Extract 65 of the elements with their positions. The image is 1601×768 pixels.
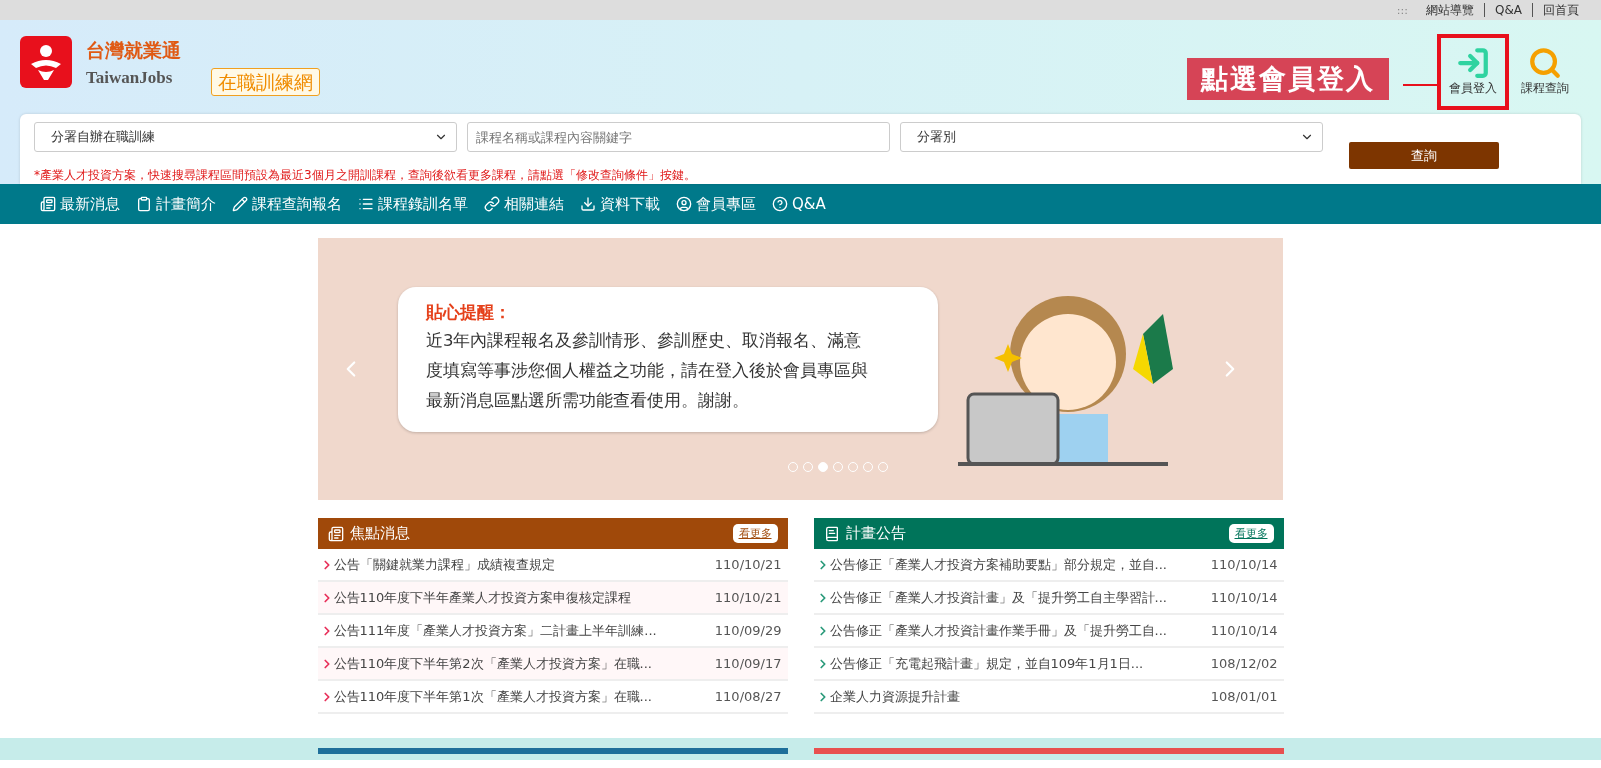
nav-link[interactable]: 會員專區 xyxy=(676,194,756,214)
announcement-date: 108/12/02 xyxy=(1210,656,1278,671)
search-icon xyxy=(1528,46,1562,80)
announcement-date: 110/09/29 xyxy=(714,623,782,638)
clipboard-icon xyxy=(136,196,152,212)
announcement-date: 110/08/27 xyxy=(714,689,782,704)
login-link[interactable]: 會員登入 xyxy=(1437,34,1509,110)
more-button[interactable]: 看更多 xyxy=(732,524,778,543)
search-notice: *產業人才投資方案，快速搜尋課程區間預設為最近3個月之開訓課程，查詢後欲看更多課程，請點選「修改查詢條件」按鍵。 xyxy=(34,167,697,184)
top-link[interactable]: 回首頁 xyxy=(1532,3,1589,17)
announcement-link[interactable]: 企業人力資源提升計畫 xyxy=(829,687,1211,706)
newspaper-icon xyxy=(40,196,56,212)
slide-dot[interactable] xyxy=(818,462,828,472)
newspaper-icon xyxy=(327,525,344,542)
banner-title: 貼心提醒： xyxy=(426,300,512,324)
list-icon xyxy=(358,196,374,212)
announcement-link[interactable]: 公告修正「產業人才投資計畫」及「提升勞工自主學習計... xyxy=(829,588,1211,607)
announcement-date: 108/01/01 xyxy=(1210,689,1278,704)
announcement-date: 110/10/21 xyxy=(714,557,782,572)
pencil-icon xyxy=(232,196,248,212)
nav-link[interactable]: 相關連結 xyxy=(484,194,564,214)
nav-link[interactable]: 計畫簡介 xyxy=(136,194,216,214)
banner-text: 最新消息區點選所需功能查看使用。謝謝。 xyxy=(426,389,750,412)
top-link[interactable]: 網站導覽 xyxy=(1416,3,1484,17)
link-icon xyxy=(484,196,500,212)
nav-link[interactable]: 資料下載 xyxy=(580,194,660,214)
announcement-date: 110/10/14 xyxy=(1210,590,1278,605)
announcement-link[interactable]: 公告110年度下半年第1次「產業人才投資方案」在職... xyxy=(333,687,715,706)
download-icon xyxy=(580,196,596,212)
more-button[interactable]: 看更多 xyxy=(1228,524,1274,543)
branch-select[interactable]: 分署別 xyxy=(900,122,1323,152)
announcement-link[interactable]: 公告「關鍵就業力課程」成績複查規定 xyxy=(333,555,715,574)
logo-icon xyxy=(20,36,72,88)
nav-link[interactable]: 課程錄訓名單 xyxy=(358,194,468,214)
nav-link[interactable]: 最新消息 xyxy=(40,194,120,214)
top-link[interactable]: Q&A xyxy=(1484,3,1532,17)
announcement-link[interactable]: 公告修正「產業人才投資計畫作業手冊」及「提升勞工自... xyxy=(829,621,1211,640)
logo-name-english: TaiwanJobs xyxy=(86,68,174,88)
announcement-link[interactable]: 公告111年度「產業人才投資方案」二計畫上半年訓練... xyxy=(333,621,715,640)
announcement-link[interactable]: 公告110年度下半年產業人才投資方案申復核定課程 xyxy=(333,588,715,607)
search-button[interactable]: 查詢 xyxy=(1349,142,1499,169)
course-search-link[interactable]: 課程查詢 xyxy=(1509,34,1581,110)
dots-mark: ::: xyxy=(1396,3,1408,17)
announcement-date: 110/10/14 xyxy=(1210,623,1278,638)
announcement-link[interactable]: 公告修正「產業人才投資方案補助要點」部分規定，並自... xyxy=(829,555,1211,574)
keyword-input[interactable]: 課程名稱或課程內容關鍵字 xyxy=(467,122,890,152)
banner-text: 度填寫等事涉您個人權益之功能，請在登入後於會員專區與 xyxy=(426,359,869,382)
announcement-link[interactable]: 公告修正「充電起飛計畫」規定，並自109年1月1日... xyxy=(829,654,1211,673)
nav-link[interactable]: Q&A xyxy=(772,195,826,213)
nav-link[interactable]: 課程查詢報名 xyxy=(232,194,342,214)
announcement-date: 110/10/14 xyxy=(1210,557,1278,572)
leader-line xyxy=(1403,84,1437,86)
site-badge: 在職訓練網 xyxy=(211,68,320,96)
announcement-date: 110/09/17 xyxy=(714,656,782,671)
announcement-date: 110/10/21 xyxy=(714,590,782,605)
panel-title: 計畫公告 xyxy=(845,524,907,543)
banner-text: 近3年內課程報名及參訓情形、參訓歷史、取消報名、滿意 xyxy=(426,329,863,352)
annotation-label: 點選會員登入 xyxy=(1187,58,1389,100)
logo-name: 台灣就業通 xyxy=(86,38,181,63)
panel-title: 焦點消息 xyxy=(349,524,411,543)
announcement-link[interactable]: 公告110年度下半年第2次「產業人才投資方案」在職... xyxy=(333,654,715,673)
category-select[interactable]: 分署自辦在職訓練 xyxy=(34,122,457,152)
user-icon xyxy=(676,196,692,212)
help-icon xyxy=(772,196,788,212)
book-icon xyxy=(823,525,840,542)
